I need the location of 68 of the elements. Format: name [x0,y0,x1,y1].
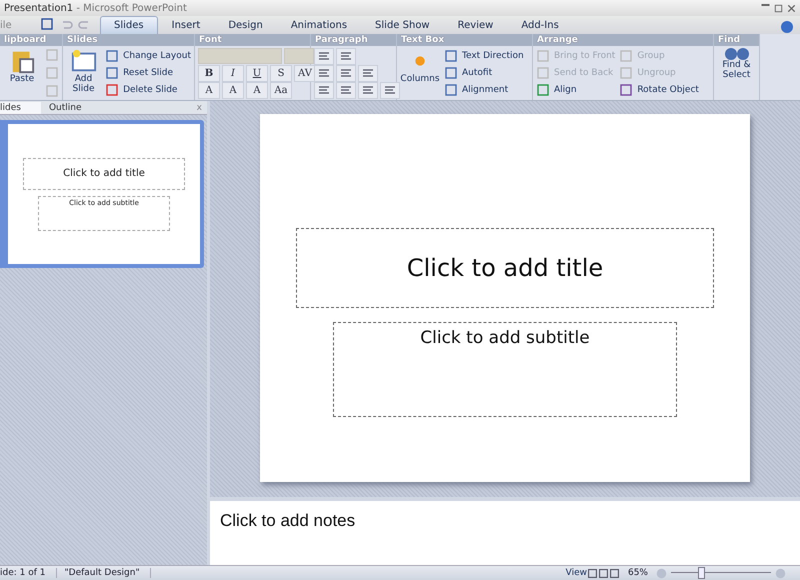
format-button[interactable]: A [222,82,244,99]
group-title: Slides [63,34,194,46]
ribbon-button[interactable]: Change Layout [105,48,191,64]
subtitle-placeholder[interactable]: Click to add subtitle [333,322,677,417]
indent-button[interactable] [314,65,334,82]
window-title: Presentation1 - Microsoft PowerPoint [3,2,187,14]
group-title: Text Box [397,34,532,46]
format-button[interactable]: A [198,82,220,99]
title-placeholder[interactable]: Click to add title [296,228,714,308]
group-title: Arrange [533,34,713,46]
indent-button[interactable] [336,65,356,82]
restore-icon [774,4,783,12]
ribbon-tab[interactable]: Add-Ins [507,16,573,34]
slide-counter: ide: 1 of 1 [0,568,56,578]
panel-tab[interactable]: Outline [48,102,102,114]
ribbon-button[interactable]: Alignment [444,82,524,98]
format-button[interactable]: A [246,82,268,99]
group-title: lipboard [0,34,62,46]
group-title: Font [195,34,310,46]
group-title: Paragraph [311,34,396,46]
align-button[interactable] [314,82,334,99]
theme-name: "Default Design" [64,568,151,578]
ribbon-tab[interactable]: Animations [276,16,362,34]
indent-icon [340,68,352,78]
ribbon-button[interactable]: Autofit [444,65,524,81]
ribbon-tab[interactable]: Review [444,16,508,34]
ribbon-button[interactable]: Reset Slide [105,65,191,81]
align-button[interactable] [336,82,356,99]
bullets-button[interactable] [314,48,334,65]
minimize-icon [761,4,770,6]
thumbnail-title: Click to add title [23,158,185,190]
format-button[interactable]: Aa [270,82,292,99]
ribbon-tab[interactable]: Design [214,16,277,34]
format-button[interactable]: U [246,65,268,82]
line-spacing-icon [362,68,374,78]
list-icon [340,52,352,62]
font-size-field[interactable] [284,48,314,64]
align-button[interactable] [358,82,378,99]
view-menu[interactable]: View [566,565,587,580]
line-spacing-button[interactable] [358,65,378,82]
ribbon-button[interactable]: Columns [400,48,440,98]
align-button[interactable] [380,82,400,99]
numbering-button[interactable] [336,48,356,65]
ribbon-tab[interactable]: Slide Show [361,16,444,34]
format-button[interactable]: B [198,65,220,82]
format-button[interactable]: I [222,65,244,82]
ribbon-button[interactable]: Paste [3,48,41,98]
binoculars-icon [724,48,748,60]
indent-icon [318,68,330,78]
group-title: Find [714,34,759,46]
close-icon [787,4,796,12]
ribbon-tab[interactable]: Insert [158,16,214,34]
slider-thumb[interactable] [698,567,705,579]
ribbon-button[interactable]: Text Direction [444,48,524,64]
new-slide-icon [70,48,97,74]
panel-tab[interactable]: lides [0,102,41,114]
ribbon-button[interactable]: Add Slide [66,48,102,98]
ribbon-button[interactable]: Rotate Object [619,82,699,98]
font-name-field[interactable] [198,48,282,64]
list-icon [318,52,330,62]
format-button[interactable]: S [270,65,292,82]
notes-field[interactable]: Click to add notes [210,497,800,565]
format-button[interactable]: AV [294,65,316,82]
zoom-level: 65% [628,568,648,578]
ribbon-button[interactable]: Find & Select [717,48,756,98]
ribbon-tab[interactable]: Slides [100,16,158,34]
ribbon-button[interactable]: Align [536,82,616,98]
ribbon-button[interactable]: Delete Slide [105,82,191,98]
